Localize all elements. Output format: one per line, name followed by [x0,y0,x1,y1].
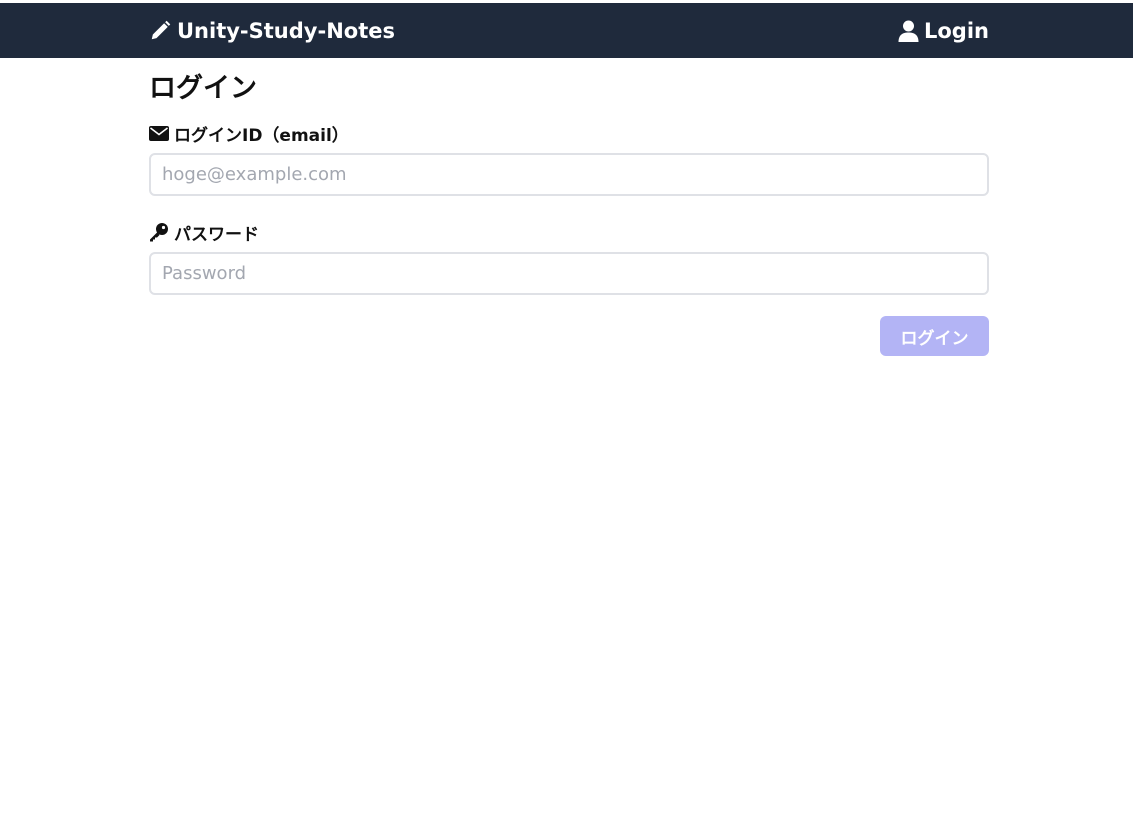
email-label-text: ログインID（email） [174,125,349,146]
email-label: ログインID（email） [149,121,349,146]
nav-login-label: Login [924,18,989,43]
password-field[interactable] [149,252,989,295]
brand-title: Unity-Study-Notes [177,18,395,43]
pencil-icon [149,20,171,42]
password-label-text: パスワード [174,224,259,245]
password-label: パスワード [149,220,259,245]
login-button[interactable]: ログイン [880,316,989,356]
key-icon [149,222,169,242]
email-field[interactable] [149,153,989,196]
envelope-icon [149,125,169,141]
brand-link[interactable]: Unity-Study-Notes [149,3,395,58]
user-icon [898,20,919,42]
top-navbar: Unity-Study-Notes Login [0,3,1133,58]
page-title: ログイン [149,73,257,104]
nav-login-link[interactable]: Login [898,3,989,58]
